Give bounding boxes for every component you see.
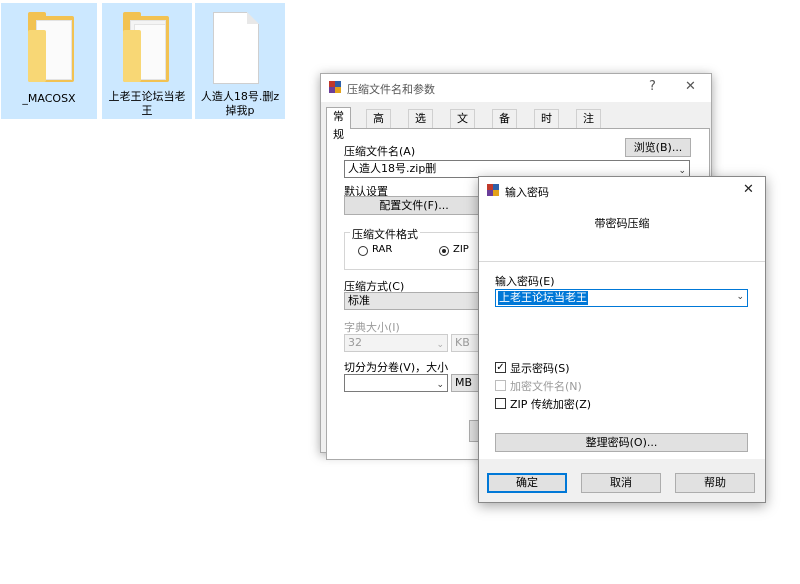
dict-unit-combo: KB [451,334,481,352]
title-bar: 压缩文件名和参数 ? ✕ [321,74,711,102]
split-unit-value: MB [455,376,473,389]
method-combo[interactable]: 标准 [344,292,484,310]
icon-label-line2: 掉我p [225,104,255,117]
format-group-label: 压缩文件格式 [350,226,420,242]
close-button[interactable]: ✕ [743,182,754,197]
password-dialog: 输入密码 ✕ 带密码压缩 输入密码(E) 上老王论坛当老王 ⌄ ✓ 显示密码(S… [478,176,766,503]
chevron-down-icon[interactable]: ⌄ [436,377,444,393]
dialog-title: 压缩文件名和参数 [347,83,435,96]
format-rar-radio[interactable] [358,246,368,256]
method-value: 标准 [348,294,370,307]
tab-comment[interactable]: 注释 [576,109,601,143]
encrypt-names-checkbox[interactable] [495,380,506,391]
browse-button[interactable]: 浏览(B)... [625,138,691,157]
format-rar-label: RAR [372,244,393,255]
dialog-title: 输入密码 [505,186,549,199]
icon-label-line1: 上老王论坛当老 [108,90,186,103]
password-input[interactable]: 上老王论坛当老王 ⌄ [495,289,748,307]
winrar-icon [487,184,499,196]
tab-general[interactable]: 常规 [326,107,351,141]
password-panel: 带密码压缩 输入密码(E) 上老王论坛当老王 ⌄ ✓ 显示密码(S) 加密文件名… [479,205,765,459]
archive-name-value: 人造人18号.zip删 [348,162,437,175]
dict-size-value: 32 [348,336,362,349]
desktop-file-renzaoren[interactable]: 人造人18号.删z 掉我p [195,3,285,119]
dict-size-combo: 32 ⌄ [344,334,448,352]
zip-legacy-label: ZIP 传统加密(Z) [510,398,592,411]
tab-options[interactable]: 选项 [408,109,433,143]
format-zip-label: ZIP [453,244,469,255]
tab-advanced[interactable]: 高级 [366,109,391,143]
file-icon [213,12,259,84]
icon-label: _MACOSX [22,92,76,105]
title-bar: 输入密码 ✕ [479,177,765,205]
tab-files[interactable]: 文件 [450,109,475,143]
split-volumes-label: 切分为分卷(V)，大小 [344,361,449,374]
icon-label-line2: 王 [141,104,153,117]
desktop-folder-macosx[interactable]: _MACOSX [1,3,97,119]
zip-legacy-checkbox[interactable] [495,398,506,409]
dict-size-label: 字典大小(I) [344,321,400,334]
show-password-checkbox[interactable]: ✓ [495,362,506,373]
encrypt-names-label: 加密文件名(N) [510,380,582,393]
password-label: 输入密码(E) [495,275,555,288]
split-size-combo[interactable]: ⌄ [344,374,448,392]
close-button[interactable]: ✕ [685,79,696,94]
dialog-heading: 带密码压缩 [594,217,650,230]
tab-time[interactable]: 时间 [534,109,559,143]
format-zip-radio[interactable] [439,246,449,256]
cancel-button[interactable]: 取消 [581,473,661,493]
desktop-folder-laowang[interactable]: 上老王论坛当老 王 [102,3,192,119]
ok-button[interactable]: 确定 [487,473,567,493]
profiles-button[interactable]: 配置文件(F)... [344,196,484,215]
icon-label-line1: 人造人18号.删z [200,90,280,103]
help-button[interactable]: ? [649,79,656,94]
show-password-label: 显示密码(S) [510,362,570,375]
organize-passwords-button[interactable]: 整理密码(O)... [495,433,748,452]
password-value: 上老王论坛当老王 [498,291,588,305]
archive-name-label: 压缩文件名(A) [344,145,416,158]
help-button[interactable]: 帮助 [675,473,755,493]
dict-unit-value: KB [455,336,470,349]
winrar-icon [329,81,341,93]
divider [479,261,765,262]
tab-backup[interactable]: 备份 [492,109,517,143]
chevron-down-icon[interactable]: ⌄ [736,292,744,302]
chevron-down-icon: ⌄ [436,340,444,350]
